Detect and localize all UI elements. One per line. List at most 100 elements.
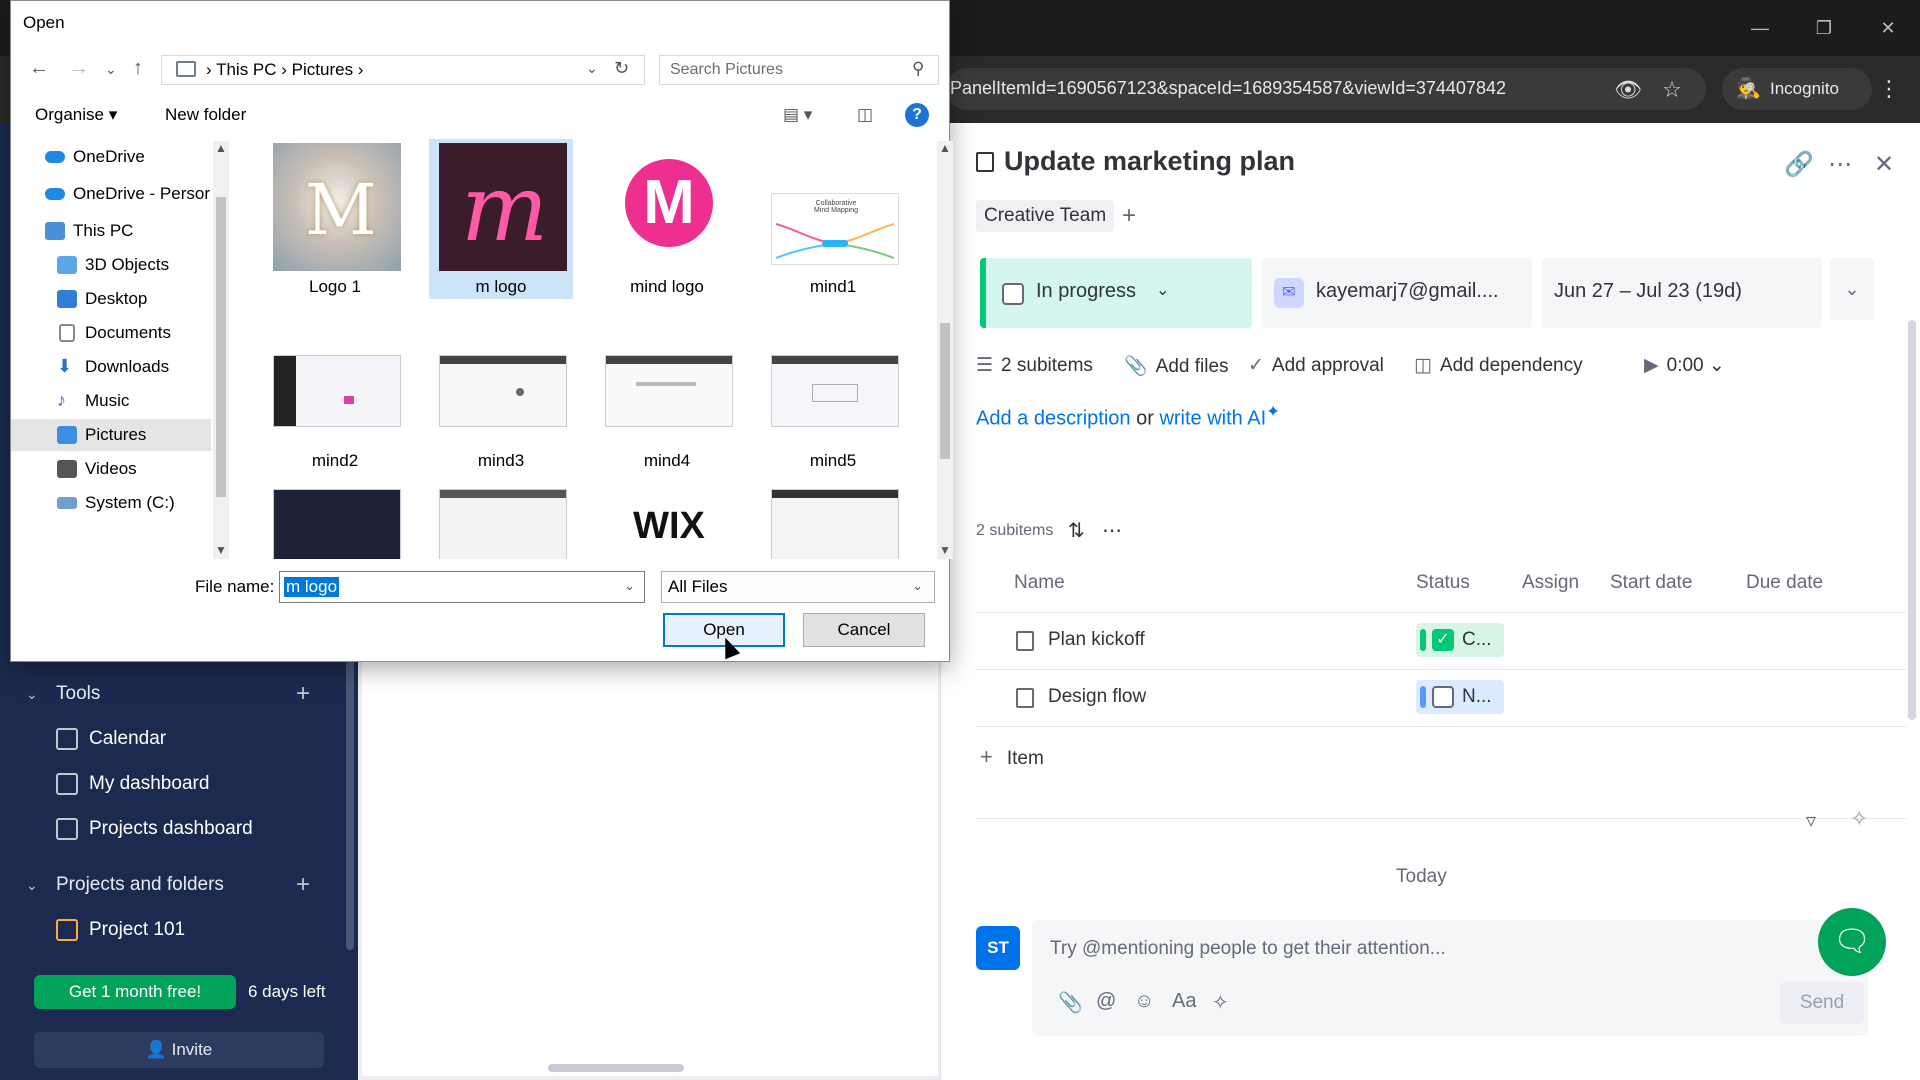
nav-item-music[interactable]: ♪ Music [11,385,211,417]
scroll-thumb[interactable] [216,197,226,497]
nav-item-desktop[interactable]: Desktop [11,283,211,315]
sidebar-item-projects-dashboard[interactable]: Projects dashboard [0,807,358,851]
scroll-down-icon[interactable]: ▼ [939,543,951,557]
assignee-selector[interactable]: ✉ kayemarj7@gmail.... [1262,258,1532,328]
sidebar-item-calendar[interactable]: Calendar [0,717,358,761]
view-options-icon[interactable]: ▤ ▾ [783,105,812,125]
scroll-up-icon[interactable]: ▲ [939,141,951,155]
get-free-month-button[interactable]: Get 1 month free! [34,975,236,1009]
file-item[interactable]: mind3 [429,313,573,473]
column-header-assign[interactable]: Assign [1522,572,1579,594]
back-icon[interactable]: ← [29,57,49,80]
file-item-selected[interactable]: m m logo [429,139,573,299]
recent-locations-icon[interactable]: ⌄ [105,61,117,78]
add-files-action[interactable]: 📎 Add files [1124,354,1229,378]
star-icon[interactable]: ☆ [1658,76,1686,104]
time-tracker[interactable]: ▶ 0:00 ⌄ [1644,354,1725,377]
file-item[interactable]: mind2 [263,313,407,473]
nav-item-3d-objects[interactable]: 3D Objects [11,249,211,281]
scroll-down-icon[interactable]: ▼ [215,543,227,557]
subitems-action[interactable]: ☰ 2 subitems [976,354,1093,377]
nav-item-system-c[interactable]: System (C:) [11,487,211,519]
subitems-more-icon[interactable]: ⋯ [1102,518,1122,543]
text-format-icon[interactable]: Aa [1172,990,1196,1013]
add-dependency-action[interactable]: ◫ Add dependency [1414,354,1583,377]
eye-off-icon[interactable]: 👁 [1614,76,1642,104]
chevron-down-icon[interactable]: ⌄ [624,578,635,594]
new-folder-button[interactable]: New folder [165,105,246,125]
file-name-input[interactable]: m logo ⌄ [279,571,645,603]
row-status[interactable]: N... [1416,680,1504,714]
restore-icon[interactable]: ❐ [1810,14,1838,42]
kebab-icon[interactable]: ⋮ [1878,76,1900,102]
cancel-button[interactable]: Cancel [803,613,925,647]
file-type-select[interactable]: All Files ⌄ [661,571,935,603]
nav-item-onedrive[interactable]: OneDrive [11,141,211,173]
nav-item-this-pc[interactable]: This PC [11,215,211,247]
file-item[interactable] [263,483,407,559]
status-selector[interactable]: In progress ⌄ [980,258,1252,328]
item-title[interactable]: Update marketing plan [1004,146,1295,177]
team-tag[interactable]: Creative Team [976,200,1115,232]
file-item[interactable] [429,483,573,559]
nav-scrollbar[interactable]: ▲ ▼ [213,141,229,559]
more-options-icon[interactable]: ⋯ [1828,150,1852,179]
add-tool-icon[interactable]: + [296,672,310,716]
link-icon[interactable]: 🔗 [1784,150,1814,179]
board-horizontal-scrollbar[interactable] [548,1064,684,1072]
description-prompt[interactable]: Add a description or write with AI✦ [976,402,1280,431]
address-bar[interactable]: › This PC › Pictures › ⌄ ↻ [161,55,645,85]
file-item[interactable]: mind5 [761,313,905,473]
attach-icon[interactable]: 📎 [1058,990,1083,1015]
comment-input[interactable]: Try @mentioning people to get their atte… [1050,938,1446,960]
status-checkbox[interactable] [1002,283,1024,305]
preview-pane-icon[interactable]: ◫ [857,105,873,125]
incognito-badge[interactable]: 🕵 Incognito [1722,68,1872,110]
refresh-icon[interactable]: ↻ [614,58,629,79]
scroll-thumb[interactable] [940,323,950,459]
add-project-icon[interactable]: + [296,863,310,907]
up-folder-icon[interactable]: ↑ [133,57,143,80]
sidebar-item-my-dashboard[interactable]: My dashboard [0,762,358,806]
close-icon[interactable]: ✕ [1874,150,1894,179]
scroll-up-icon[interactable]: ▲ [215,141,227,155]
file-grid-scrollbar[interactable]: ▲ ▼ [937,141,953,559]
column-header-due-date[interactable]: Due date [1746,572,1823,594]
column-header-name[interactable]: Name [1014,572,1065,594]
sort-icon[interactable]: ⇅ [1068,518,1085,543]
sidebar-section-tools[interactable]: ⌄ Tools + [0,672,358,716]
file-item[interactable]: mind4 [595,313,739,473]
add-tag-icon[interactable]: + [1122,200,1136,232]
send-button[interactable]: Send [1780,982,1864,1024]
forward-icon[interactable]: → [69,57,89,80]
row-status[interactable]: ✓ C... [1416,623,1504,657]
column-header-status[interactable]: Status [1416,572,1470,594]
help-icon[interactable]: ? [905,103,929,127]
table-row[interactable]: Plan kickoff ✓ C... [976,613,1906,669]
nav-item-documents[interactable]: Documents [11,317,211,349]
emoji-icon[interactable]: ☺ [1134,990,1154,1013]
mention-icon[interactable]: @ [1096,990,1116,1013]
panel-scrollbar[interactable] [1908,320,1916,720]
close-window-icon[interactable]: ✕ [1874,14,1902,42]
filter-icon[interactable]: ▿ [1806,808,1816,833]
expand-fields-icon[interactable]: ⌄ [1830,258,1874,320]
nav-item-pictures[interactable]: Pictures [11,419,211,451]
add-item-button[interactable]: + Item [980,744,1044,770]
nav-item-downloads[interactable]: ⬇ Downloads [11,351,211,383]
sidebar-scrollbar[interactable] [346,650,354,950]
breadcrumb-pictures[interactable]: Pictures [292,60,353,79]
sidebar-item-project-101[interactable]: Project 101 [0,908,358,952]
breadcrumb-this-pc[interactable]: This PC [216,60,276,79]
minimize-icon[interactable]: — [1746,14,1774,42]
ai-sparkle-icon[interactable]: ✧ [1850,806,1868,832]
ai-assist-icon[interactable]: ✧ [1212,990,1229,1015]
organise-menu[interactable]: Organise ▾ [35,105,117,125]
table-row[interactable]: Design flow N... [976,670,1906,726]
chat-bubble-icon[interactable]: 🗨 [1818,908,1886,976]
nav-item-onedrive-personal[interactable]: OneDrive - Persor [11,178,211,210]
column-header-start-date[interactable]: Start date [1610,572,1692,594]
nav-item-videos[interactable]: Videos [11,453,211,485]
file-item[interactable] [761,483,905,559]
sidebar-section-projects[interactable]: ⌄ Projects and folders + [0,863,358,907]
